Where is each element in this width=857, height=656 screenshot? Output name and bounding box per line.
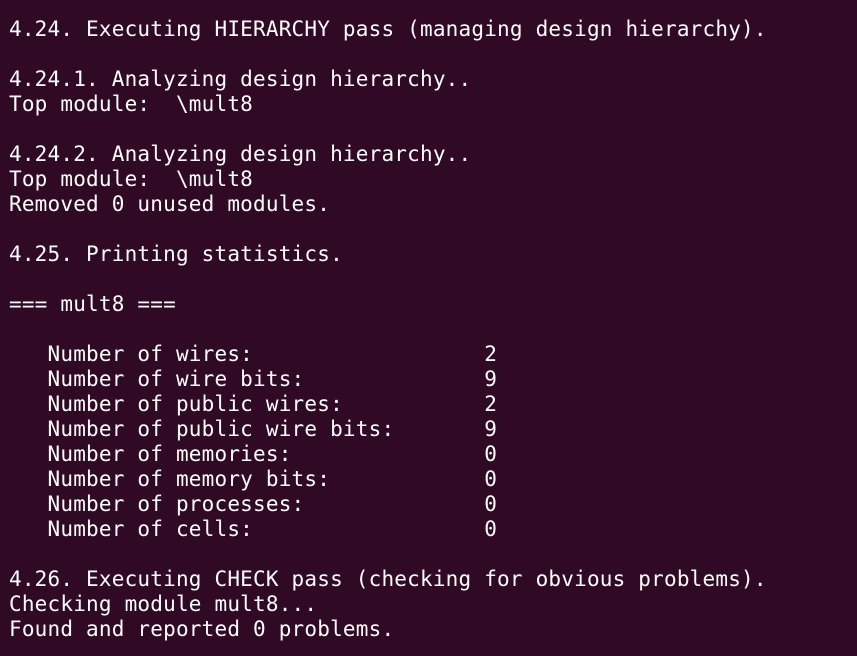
terminal-line-printing-statistics: 4.25. Printing statistics.: [9, 242, 343, 266]
stat-line-memories: Number of memories: 0: [9, 442, 498, 466]
terminal-line-module-header: === mult8 ===: [9, 292, 176, 316]
terminal-line-checking-module: Checking module mult8...: [9, 592, 318, 616]
stat-line-public-wire-bits: Number of public wire bits: 9: [9, 417, 498, 441]
terminal-window[interactable]: 4.24. Executing HIERARCHY pass (managing…: [0, 0, 857, 656]
stat-line-cells: Number of cells: 0: [9, 517, 498, 541]
terminal-output: 4.24. Executing HIERARCHY pass (managing…: [9, 17, 767, 642]
terminal-line-check-pass: 4.26. Executing CHECK pass (checking for…: [9, 567, 767, 591]
stat-line-memory-bits: Number of memory bits: 0: [9, 467, 498, 491]
terminal-line-top-module-2: Top module: \mult8: [9, 167, 254, 191]
terminal-line-removed-modules: Removed 0 unused modules.: [9, 192, 331, 216]
terminal-line-analyzing-1: 4.24.1. Analyzing design hierarchy..: [9, 67, 472, 91]
stat-line-wire-bits: Number of wire bits: 9: [9, 367, 498, 391]
terminal-line-hierarchy-pass: 4.24. Executing HIERARCHY pass (managing…: [9, 17, 767, 41]
terminal-line-problems-found: Found and reported 0 problems.: [9, 617, 395, 641]
stat-line-wires: Number of wires: 2: [9, 342, 498, 366]
terminal-line-top-module-1: Top module: \mult8: [9, 92, 254, 116]
stat-line-processes: Number of processes: 0: [9, 492, 498, 516]
terminal-line-analyzing-2: 4.24.2. Analyzing design hierarchy..: [9, 142, 472, 166]
stat-line-public-wires: Number of public wires: 2: [9, 392, 498, 416]
